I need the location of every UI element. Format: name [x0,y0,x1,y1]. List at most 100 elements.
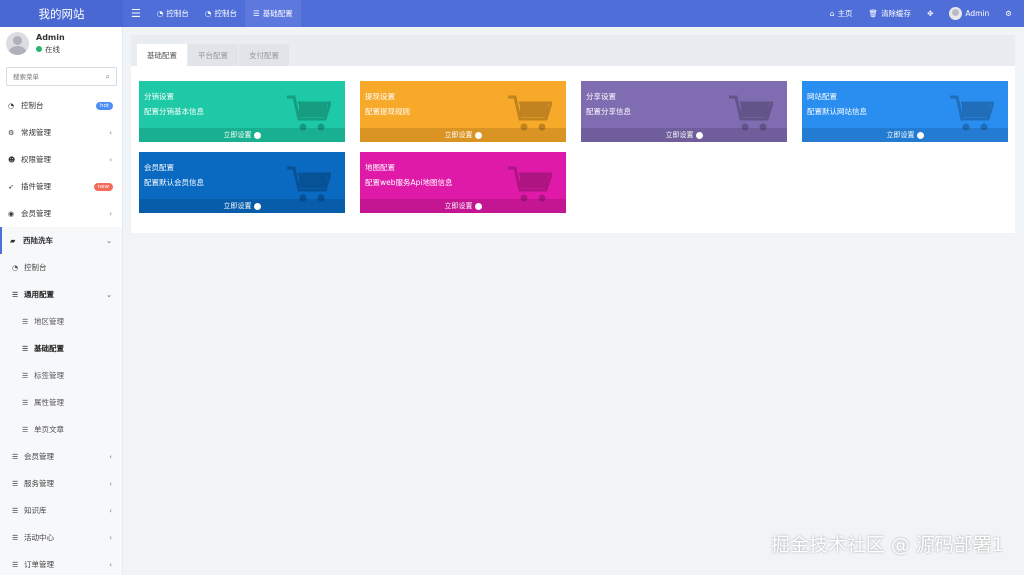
sidebar-item-member[interactable]: ◉ 会员管理 ‹ [0,200,122,227]
card-description: 配置默认网站信息 [807,107,867,116]
chevron-down-icon: ⌄ [106,236,112,245]
sidebar-item-general[interactable]: ⚙︎ 常规管理 ‹ [0,119,122,146]
sidebar-item-label: 会员管理 [21,209,51,218]
clear-cache-label: 清除缓存 [881,9,912,18]
top-tab-dashboard-1[interactable]: ◔ 控制台 [149,0,197,27]
top-navbar: 我的网站 ☰ ◔ 控制台 ◔ 控制台 ☰ 基础配置 ⌂ 主页 🗑︎ 清除缓存 ✥… [0,0,1024,27]
dashboard-icon: ◔ [156,9,164,18]
list-icon: ☰ [12,452,19,461]
user-status: 在线 [36,44,65,55]
sidebar-subitem-pages[interactable]: ☰ 单页文章 [0,416,122,443]
sidebar-toggle-icon[interactable]: ☰ [123,0,149,27]
card-title: 提现设置 [365,92,395,101]
top-right-nav: ⌂ 主页 🗑︎ 清除缓存 ✥ Admin ⚙︎ [822,0,1024,27]
top-tab-dashboard-2[interactable]: ◔ 控制台 [197,0,245,27]
sidebar-item-addon[interactable]: ➶ 插件管理 new [0,173,122,200]
sidebar-item-label: 插件管理 [21,182,51,191]
sidebar-subitem-dashboard[interactable]: ◔ 控制台 [0,254,122,281]
arrow-circle-right-icon: ▸ [474,202,482,210]
card-title: 网站配置 [807,92,837,101]
sidebar-item-label: 控制台 [21,101,44,110]
setup-now-label: 立即设置 [444,131,473,139]
search-input[interactable] [13,72,103,81]
card-description: 配置提现规则 [365,107,410,116]
sidebar-subitem-activity[interactable]: ☰ 活动中心 ‹ [0,524,122,551]
sidebar-subitem-general-config[interactable]: ☰ 通用配置 ⌄ [0,281,122,308]
fullscreen-icon[interactable]: ✥ [919,0,941,27]
site-logo[interactable]: 我的网站 [0,0,123,27]
trash-icon: 🗑︎ [868,9,879,18]
card-title: 分销设置 [144,92,174,101]
sidebar-subitem-tags[interactable]: ☰ 标签管理 [0,362,122,389]
user-menu[interactable]: Admin [941,0,997,27]
sidebar-item-auth[interactable]: ☻ 权限管理 ‹ [0,146,122,173]
card-description: 配置默认会员信息 [144,178,204,187]
card-withdraw: 提现设置 配置提现规则 立即设置 ▸ [360,81,566,142]
chevron-left-icon: ‹ [109,155,112,164]
user-name: Admin [36,32,65,42]
card-description: 配置分享信息 [586,107,631,116]
sidebar: Admin 在线 ⌕ ◔ 控制台 hot ⚙︎ 常规管理 ‹ ☻ 权限管理 ‹ … [0,27,123,575]
setup-now-button[interactable]: 立即设置 ▸ [139,199,345,213]
sidebar-subitem-attributes[interactable]: ☰ 属性管理 [0,389,122,416]
clear-cache-button[interactable]: 🗑︎ 清除缓存 [861,0,920,27]
online-status-icon [36,46,42,52]
tab-basic-config[interactable]: 基础配置 [137,44,187,66]
sidebar-subitem-member-manage[interactable]: ☰ 会员管理 ‹ [0,443,122,470]
search-icon[interactable]: ⌕ [106,72,110,82]
folder-icon: ▰ [10,236,16,245]
sidebar-subitem-knowledge[interactable]: ☰ 知识库 ‹ [0,497,122,524]
sidebar-item-dashboard[interactable]: ◔ 控制台 hot [0,92,122,119]
setup-now-label: 立即设置 [886,131,915,139]
arrow-circle-right-icon: ▸ [253,202,261,210]
tab-platform-config[interactable]: 平台配置 [188,44,238,66]
setup-now-label: 立即设置 [223,202,252,210]
user-panel: Admin 在线 [0,27,122,60]
home-link[interactable]: ⌂ 主页 [822,0,861,27]
sidebar-subitem-orders[interactable]: ☰ 订单管理 ‹ [0,551,122,575]
sidebar-subitem-basic-config[interactable]: ☰ 基础配置 [0,335,122,362]
sidebar-item-label: 通用配置 [24,290,54,299]
setup-now-button[interactable]: 立即设置 ▸ [139,128,345,142]
card-member-config: 会员配置 配置默认会员信息 立即设置 ▸ [139,152,345,213]
sidebar-item-label: 控制台 [24,263,47,272]
chevron-left-icon: ‹ [109,533,112,542]
setup-now-button[interactable]: 立即设置 ▸ [581,128,787,142]
chevron-left-icon: ‹ [109,209,112,218]
sidebar-subitem-service-manage[interactable]: ☰ 服务管理 ‹ [0,470,122,497]
sidebar-item-label: 订单管理 [24,560,54,569]
dashboard-icon: ◔ [8,101,15,110]
sidebar-subitem-region[interactable]: ☰ 地区管理 [0,308,122,335]
top-tab-label: 基础配置 [262,9,293,18]
top-tab-label: 控制台 [214,9,237,18]
cogs-icon: ⚙︎ [8,128,15,137]
list-icon: ☰ [22,344,29,353]
setup-now-button[interactable]: 立即设置 ▸ [360,128,566,142]
setup-now-button[interactable]: 立即设置 ▸ [802,128,1008,142]
card-title: 会员配置 [144,163,174,172]
setup-now-label: 立即设置 [223,131,252,139]
list-icon: ☰ [12,560,19,569]
card-title: 分享设置 [586,92,616,101]
sidebar-item-label: 常规管理 [21,128,51,137]
card-share: 分享设置 配置分享信息 立即设置 ▸ [581,81,787,142]
setup-now-label: 立即设置 [444,202,473,210]
user-circle-icon: ◉ [8,209,15,218]
top-nav-tabs: ☰ ◔ 控制台 ◔ 控制台 ☰ 基础配置 [123,0,822,27]
top-tab-basic-config[interactable]: ☰ 基础配置 [244,0,301,27]
arrow-circle-right-icon: ▸ [253,131,261,139]
avatar [6,32,29,55]
settings-icon[interactable]: ⚙︎ [997,0,1020,27]
arrow-circle-right-icon: ▸ [695,131,703,139]
list-icon: ☰ [252,9,260,18]
top-tab-label: 控制台 [166,9,189,18]
sidebar-item-label: 西陆洗车 [23,236,53,245]
sidebar-item-label: 地区管理 [34,317,64,326]
user-menu-label: Admin [965,9,990,18]
sidebar-item-xilu-carwash[interactable]: ▰ 西陆洗车 ⌄ [0,227,122,254]
arrow-circle-right-icon: ▸ [474,131,482,139]
card-map-config: 地图配置 配置web服务Api地图信息 立即设置 ▸ [360,152,566,213]
setup-now-button[interactable]: 立即设置 ▸ [360,199,566,213]
tab-payment-config[interactable]: 支付配置 [239,44,289,66]
watermark-text: 掘金技术社区 @ 源码部署1 [770,534,1004,556]
